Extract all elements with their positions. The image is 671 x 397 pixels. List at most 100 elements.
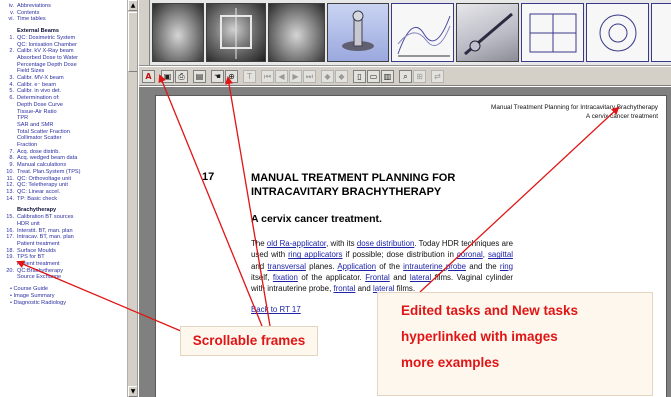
- fit-width-icon[interactable]: ▥: [381, 70, 394, 83]
- previous-page-icon[interactable]: ◀: [275, 70, 288, 83]
- last-page-icon[interactable]: ⏭: [303, 70, 316, 83]
- scrollbar-thumb[interactable]: [128, 12, 137, 72]
- nav-subitem[interactable]: Absorbed Dose to Water: [0, 55, 126, 62]
- nav-item[interactable]: 16. Interstit. BT, man. plan: [0, 228, 126, 235]
- thumbnail-xray-1[interactable]: [152, 3, 204, 62]
- link-coronal[interactable]: coronal: [457, 250, 483, 259]
- nav-item[interactable]: 5. Calibr. in vivo det.: [0, 88, 126, 95]
- find-icon[interactable]: ⌕: [399, 70, 412, 83]
- nav-item-label: QC: Dosimetric System: [17, 34, 76, 41]
- link-intrauterine-probe[interactable]: intrauterine probe: [403, 262, 466, 271]
- nav-subitem[interactable]: HDR unit: [0, 221, 126, 228]
- nav-item-number: 13.: [6, 188, 14, 195]
- thumbnail-diagram-1[interactable]: [521, 3, 584, 62]
- link-old-ra-applicator[interactable]: old Ra-applicator: [267, 239, 326, 248]
- nav-item[interactable]: 1. QC: Dosimetric System: [0, 35, 126, 42]
- link-frontal-cylinder[interactable]: frontal: [333, 284, 355, 293]
- link-ring-applicators[interactable]: ring applicators: [288, 250, 342, 259]
- nav-item-number: 2.: [9, 48, 14, 55]
- select-text-icon[interactable]: T: [243, 70, 256, 83]
- link-frontal[interactable]: Frontal: [365, 273, 390, 282]
- link-ring[interactable]: ring: [500, 262, 513, 271]
- link-transversal[interactable]: transversal: [267, 262, 306, 271]
- link-dose-distribution[interactable]: dose distribution: [357, 239, 415, 248]
- thumbnail-diagram-2[interactable]: [586, 3, 649, 62]
- nav-subitem[interactable]: Total Scatter Fraction: [0, 129, 126, 136]
- pdf-toolbar: A ▣ ⎙ ▤ ☚ ⊕ T ⏮ ◀ ▶ ⏭ ◆ ◆ ▯ ▭ ▥ ⌕ ⊞ ⇄: [139, 67, 671, 86]
- nav-item[interactable]: 13. QC: Linear accel.: [0, 189, 126, 196]
- nav-item[interactable]: 11. QC: Orthovoltage unit: [0, 176, 126, 183]
- nav-item-time-tables[interactable]: vi. Time tables: [0, 16, 126, 23]
- nav-item-number: 16.: [6, 227, 14, 234]
- nav-item-label: QC: Teletherapy unit: [17, 182, 68, 189]
- nav-subitem[interactable]: SAR and SMR: [0, 122, 126, 129]
- nav-item[interactable]: 4. Calibr. e⁻ beam: [0, 82, 126, 89]
- nav-item[interactable]: 20. QC:Brachytherapy: [0, 268, 126, 275]
- link-lateral[interactable]: lateral: [410, 273, 432, 282]
- thumbnail-scroll-handle[interactable]: [139, 0, 150, 65]
- go-forward-icon[interactable]: ◆: [335, 70, 348, 83]
- nav-item[interactable]: 19. TPS for BT: [0, 254, 126, 261]
- nav-item[interactable]: 8. Acq. wedged beam data: [0, 155, 126, 162]
- nav-item[interactable]: 3. Calibr. MV-X beam: [0, 75, 126, 82]
- back-to-rt17-link[interactable]: Back to RT 17: [251, 305, 301, 314]
- nav-item[interactable]: 9. Manual calculations: [0, 162, 126, 169]
- nav-item[interactable]: 6. Determination of:: [0, 95, 126, 102]
- actual-size-icon[interactable]: ▯: [353, 70, 366, 83]
- hand-tool-icon[interactable]: ☚: [211, 70, 224, 83]
- thumbnail-applicator[interactable]: [327, 3, 389, 62]
- nav-item[interactable]: 10. Treat. Plan.System (TPS): [0, 169, 126, 176]
- first-page-icon[interactable]: ⏮: [261, 70, 274, 83]
- go-back-icon[interactable]: ◆: [321, 70, 334, 83]
- navigation-pane-icon[interactable]: ▤: [193, 70, 206, 83]
- nav-item-diagnostic-radiology[interactable]: • Diagnostic Radiology: [0, 300, 126, 307]
- nav-item[interactable]: 12. QC: Teletherapy unit: [0, 182, 126, 189]
- nav-item-abbreviations[interactable]: iv. Abbreviations: [0, 3, 126, 10]
- nav-item-number: 14.: [6, 195, 14, 202]
- nav-item[interactable]: 2. Calibr. kV X-Ray beam: [0, 48, 126, 55]
- web-search-icon[interactable]: ⊞: [413, 70, 426, 83]
- thumbnail-probe[interactable]: [456, 3, 519, 62]
- left-nav-scrollbar[interactable]: ▲ ▼: [127, 0, 137, 397]
- nav-item[interactable]: 14. TP: Basic check: [0, 196, 126, 203]
- nav-item[interactable]: 15. Calibration BT sources: [0, 214, 126, 221]
- link-sagittal[interactable]: sagittal: [488, 250, 513, 259]
- fit-page-icon[interactable]: ▭: [367, 70, 380, 83]
- nav-item-label: Intracav. BT, man. plan: [17, 234, 74, 241]
- print-icon[interactable]: ⎙: [175, 70, 188, 83]
- nav-subitem[interactable]: Fraction: [0, 142, 126, 149]
- image-thumbnail-strip: [139, 0, 671, 66]
- nav-item[interactable]: 18. Surface Moulds: [0, 248, 126, 255]
- nav-item-contents[interactable]: v. Contents: [0, 10, 126, 17]
- zoom-tool-icon[interactable]: ⊕: [225, 70, 238, 83]
- callout-line-2: hyperlinked with images: [401, 329, 558, 344]
- nav-subitem[interactable]: QC: Ionisation Chamber: [0, 42, 126, 49]
- nav-item-course-guide[interactable]: • Course Guide: [0, 286, 126, 293]
- link-fixation[interactable]: fixation: [273, 273, 298, 282]
- nav-heading-brachytherapy: Brachytherapy: [17, 207, 57, 214]
- nav-subitem[interactable]: Patient treatment: [0, 261, 126, 268]
- nav-subitem[interactable]: Source Exchange: [0, 274, 126, 281]
- link-application[interactable]: Application: [337, 262, 376, 271]
- scroll-down-arrow-icon[interactable]: ▼: [128, 386, 137, 397]
- thumbnail-diagram-3[interactable]: [651, 3, 671, 62]
- nav-subitem[interactable]: Tissue-Air Ratio: [0, 109, 126, 116]
- nav-subitem[interactable]: Collimator Scatter: [0, 135, 126, 142]
- nav-subitem[interactable]: Field Sizes: [0, 68, 126, 75]
- next-page-icon[interactable]: ▶: [289, 70, 302, 83]
- links-icon[interactable]: ⇄: [431, 70, 444, 83]
- nav-item[interactable]: 17. Intracav. BT, man. plan: [0, 234, 126, 241]
- thumbnail-xray-3[interactable]: [268, 3, 325, 62]
- thumbnail-xray-2[interactable]: [206, 3, 266, 62]
- save-icon[interactable]: ▣: [161, 70, 174, 83]
- nav-subitem[interactable]: Patient treatment: [0, 241, 126, 248]
- left-nav-frame: iv. Abbreviations v. Contents vi. Time tabl…: [0, 0, 138, 397]
- thumbnail-dose-chart[interactable]: [391, 3, 454, 62]
- nav-item-number: 3.: [9, 75, 14, 82]
- nav-subitem[interactable]: TPR: [0, 115, 126, 122]
- nav-item[interactable]: 7. Acq. dose distrib.: [0, 149, 126, 156]
- nav-subitem[interactable]: Percentage Depth Dose: [0, 62, 126, 69]
- scroll-up-arrow-icon[interactable]: ▲: [128, 0, 137, 11]
- nav-subitem[interactable]: Depth Dose Curve: [0, 102, 126, 109]
- nav-item-image-summary[interactable]: • Image Summary: [0, 293, 126, 300]
